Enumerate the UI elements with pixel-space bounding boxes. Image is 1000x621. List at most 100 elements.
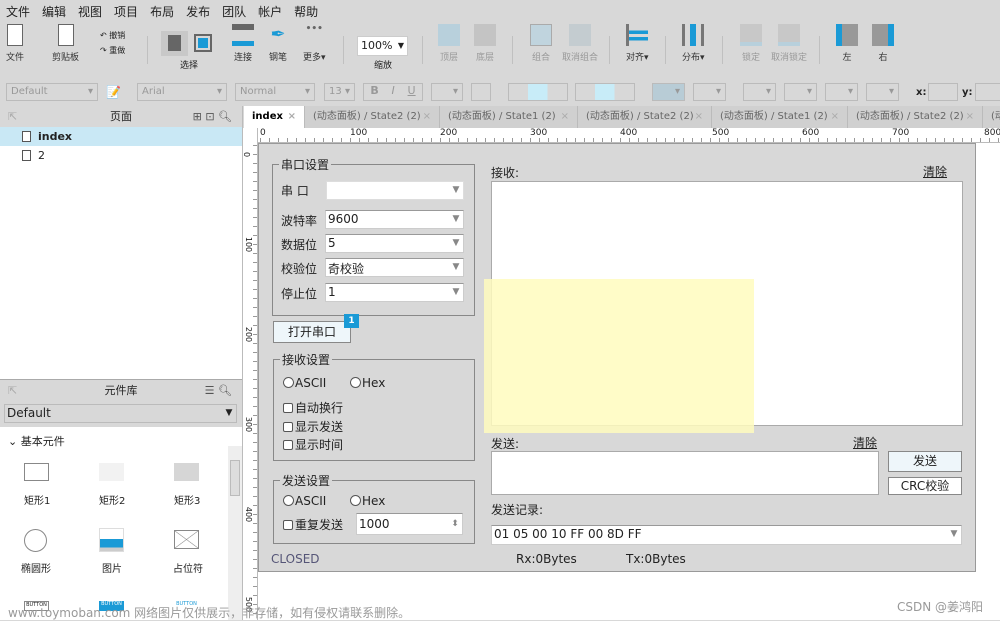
fill-color-select[interactable] <box>652 83 685 101</box>
clear-send-link[interactable]: 清除 <box>853 434 877 451</box>
tab-state1[interactable]: (动态面板) / State1 (2) × <box>440 106 578 128</box>
collapse-icon[interactable]: ⇱ <box>8 380 17 401</box>
style-select[interactable]: Default <box>6 83 98 101</box>
group-button[interactable]: 组合 <box>530 24 552 74</box>
menu-view[interactable]: 视图 <box>72 0 108 22</box>
close-icon[interactable]: × <box>423 106 431 128</box>
send-bottom-button[interactable]: 底层 <box>474 24 496 74</box>
recv-hex-radio[interactable]: Hex <box>350 376 385 390</box>
line-style-select[interactable] <box>825 83 858 101</box>
underline-button[interactable]: U <box>408 84 416 100</box>
bold-button[interactable]: B <box>370 84 378 100</box>
baud-select[interactable]: 9600 ▼ <box>325 210 464 229</box>
pen-button[interactable]: ✒ 钢笔 <box>267 24 289 74</box>
parity-select[interactable]: 奇校验 ▼ <box>325 258 464 277</box>
shadow-select[interactable] <box>693 83 726 101</box>
ungroup-button[interactable]: 取消组合 <box>562 24 598 74</box>
open-port-button[interactable]: 打开串口 <box>273 321 351 343</box>
image-icon[interactable] <box>99 528 124 552</box>
bullet-list-button[interactable] <box>471 83 491 101</box>
close-icon[interactable]: × <box>695 106 703 128</box>
lock-button[interactable]: 锁定 <box>740 24 762 74</box>
auto-wrap-checkbox[interactable]: 自动换行 <box>283 399 343 416</box>
send-hex-radio[interactable]: Hex <box>350 494 385 508</box>
send-button[interactable]: 发送 <box>888 451 962 472</box>
port-select[interactable]: ▼ <box>326 181 464 200</box>
category-basic[interactable]: ⌄ 基本元件 <box>8 433 65 449</box>
italic-button[interactable]: I <box>392 84 395 100</box>
close-icon[interactable]: × <box>966 106 974 128</box>
menu-account[interactable]: 帐户 <box>252 0 288 22</box>
show-time-checkbox[interactable]: 显示时间 <box>283 436 343 453</box>
zoom-select[interactable]: 100% ▼ <box>357 36 408 56</box>
tab-state2[interactable]: (动态面板) / State2 (2) × <box>848 106 983 128</box>
font-select[interactable]: Arial <box>137 83 227 101</box>
collapse-icon[interactable]: ⇱ <box>8 106 17 127</box>
align-button[interactable]: 对齐▾ <box>626 24 649 74</box>
data-bits-select[interactable]: 5 ▼ <box>325 234 464 253</box>
rectangle3-icon[interactable] <box>174 463 199 481</box>
horizontal-align-buttons[interactable] <box>508 83 568 101</box>
format-painter-icon[interactable]: 📝 <box>106 85 121 99</box>
distribute-button[interactable]: 分布▾ <box>682 24 705 74</box>
tab-partial[interactable]: (动 <box>983 106 1000 128</box>
more-button[interactable]: ••• 更多▾ <box>303 24 326 74</box>
menu-icon[interactable]: ☰ <box>205 384 215 397</box>
show-send-checkbox[interactable]: 显示发送 <box>283 418 343 435</box>
scrollbar-thumb[interactable] <box>230 460 240 496</box>
menu-team[interactable]: 团队 <box>216 0 252 22</box>
tab-state2[interactable]: (动态面板) / State2 (2) × <box>578 106 712 128</box>
page-item-index[interactable]: index <box>0 127 242 146</box>
redo-button[interactable]: ↷ 重做 <box>100 45 125 56</box>
connect-button[interactable]: 连接 <box>232 24 254 74</box>
right-panel-toggle[interactable]: 右 <box>872 24 894 74</box>
tab-index[interactable]: index × <box>244 106 305 128</box>
send-textarea[interactable] <box>491 451 879 495</box>
add-folder-icon[interactable]: ⊡ <box>205 110 214 123</box>
menu-edit[interactable]: 编辑 <box>36 0 72 22</box>
unlock-button[interactable]: 取消锁定 <box>771 24 807 74</box>
font-size-select[interactable]: 13 <box>324 83 355 101</box>
vertical-align-buttons[interactable] <box>575 83 635 101</box>
clear-receive-link[interactable]: 清除 <box>923 163 947 180</box>
tab-state1[interactable]: (动态面板) / State1 (2) × <box>712 106 848 128</box>
select-intersect-button[interactable] <box>161 31 188 56</box>
library-select[interactable]: Default ▼ <box>4 404 237 423</box>
rectangle2-icon[interactable] <box>99 463 124 481</box>
crc-button[interactable]: CRC校验 <box>888 477 962 495</box>
select-contain-button[interactable] <box>194 34 212 52</box>
arrow-style-select[interactable] <box>866 83 899 101</box>
menu-file[interactable]: 文件 <box>0 0 36 22</box>
menu-publish[interactable]: 发布 <box>180 0 216 22</box>
stepper-icon[interactable]: ⬍ <box>448 516 462 533</box>
stop-bits-select[interactable]: 1 ▼ <box>325 283 464 302</box>
x-input[interactable] <box>928 83 958 101</box>
font-weight-select[interactable]: Normal <box>235 83 315 101</box>
add-page-icon[interactable]: ⊞ <box>193 110 202 123</box>
font-color-select[interactable] <box>431 83 463 101</box>
close-icon[interactable]: × <box>288 106 296 128</box>
file-button[interactable]: 文件 <box>6 24 24 74</box>
search-icon[interactable]: 🔍︎ <box>218 110 232 123</box>
left-panel-toggle[interactable]: 左 <box>836 24 858 74</box>
send-ascii-radio[interactable]: ASCII <box>283 494 326 508</box>
menu-layout[interactable]: 布局 <box>144 0 180 22</box>
line-color-select[interactable] <box>743 83 776 101</box>
interval-stepper[interactable]: 1000 ⬍ <box>356 513 463 535</box>
search-icon[interactable]: 🔍︎ <box>218 384 232 397</box>
clipboard-button[interactable]: 剪贴板 <box>52 24 79 74</box>
line-width-select[interactable] <box>784 83 817 101</box>
undo-button[interactable]: ↶ 撤销 <box>100 30 125 41</box>
close-icon[interactable]: × <box>561 106 569 128</box>
menu-project[interactable]: 项目 <box>108 0 144 22</box>
tab-state2[interactable]: (动态面板) / State2 (2) × <box>305 106 440 128</box>
recv-ascii-radio[interactable]: ASCII <box>283 376 326 390</box>
menu-help[interactable]: 帮助 <box>288 0 324 22</box>
bring-top-button[interactable]: 顶层 <box>438 24 460 74</box>
history-select[interactable]: 01 05 00 10 FF 00 8D FF ▼ <box>491 525 962 545</box>
page-item-2[interactable]: 2 <box>0 146 242 165</box>
close-icon[interactable]: × <box>831 106 839 128</box>
library-scrollbar[interactable] <box>228 446 242 620</box>
rectangle1-icon[interactable] <box>24 463 49 481</box>
ellipse-icon[interactable] <box>24 529 47 552</box>
